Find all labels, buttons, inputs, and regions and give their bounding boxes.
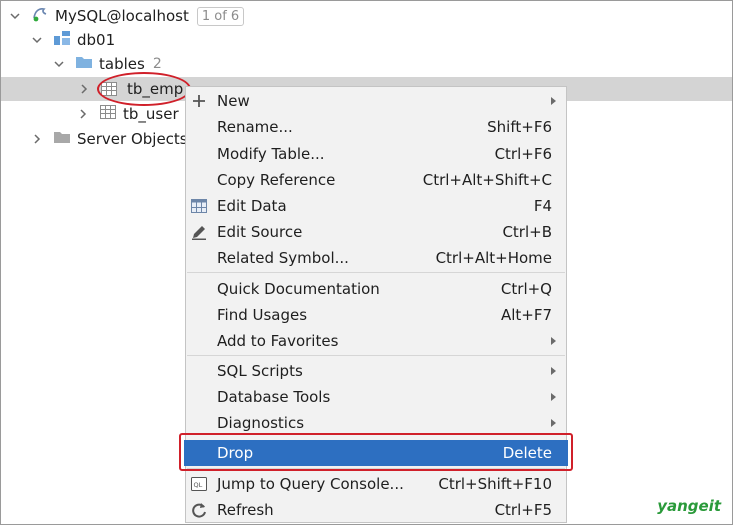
submenu-arrow-icon xyxy=(551,393,556,401)
folder-icon xyxy=(75,53,93,75)
menu-item-drop[interactable]: Drop Delete xyxy=(184,440,568,466)
svg-text:QL: QL xyxy=(194,481,203,489)
pager-badge: 1 of 6 xyxy=(196,6,245,26)
table-grid-icon xyxy=(190,197,208,215)
menu-separator xyxy=(187,272,565,273)
tree-node-tb-user[interactable]: tb_user xyxy=(77,102,179,126)
menu-item-find-usages[interactable]: Find Usages Alt+F7 xyxy=(186,302,566,328)
chevron-right-icon[interactable] xyxy=(78,83,90,95)
menu-item-copy-reference[interactable]: Copy Reference Ctrl+Alt+Shift+C xyxy=(186,167,566,193)
tables-count: 2 xyxy=(152,56,162,72)
db-label: db01 xyxy=(77,31,116,49)
menu-item-diagnostics[interactable]: Diagnostics xyxy=(186,410,566,436)
menu-item-related-symbol[interactable]: Related Symbol... Ctrl+Alt+Home xyxy=(186,245,566,271)
menu-item-refresh[interactable]: Refresh Ctrl+F5 xyxy=(186,497,566,523)
query-console-icon: QL xyxy=(190,475,208,493)
chevron-right-icon[interactable] xyxy=(31,133,43,145)
watermark-logo: yangeit xyxy=(657,497,721,515)
submenu-arrow-icon xyxy=(551,419,556,427)
table-label: tb_emp xyxy=(127,80,184,98)
table-label: tb_user xyxy=(123,105,179,123)
chevron-down-icon[interactable] xyxy=(9,10,21,22)
table-icon xyxy=(99,103,117,125)
chevron-down-icon[interactable] xyxy=(31,34,43,46)
tree-node-server-objects[interactable]: Server Objects xyxy=(31,127,188,151)
menu-separator xyxy=(187,468,565,469)
menu-item-add-to-favorites[interactable]: Add to Favorites xyxy=(186,328,566,354)
datasource-label: MySQL@localhost xyxy=(55,7,189,25)
submenu-arrow-icon xyxy=(551,97,556,105)
menu-item-database-tools[interactable]: Database Tools xyxy=(186,384,566,410)
folder-icon xyxy=(53,128,71,150)
menu-separator xyxy=(187,355,565,356)
tree-node-datasource[interactable]: MySQL@localhost 1 of 6 xyxy=(9,4,245,28)
server-objects-label: Server Objects xyxy=(77,130,188,148)
tree-node-db01[interactable]: db01 xyxy=(31,28,115,52)
schema-icon xyxy=(53,29,71,51)
chevron-down-icon[interactable] xyxy=(53,58,65,70)
submenu-arrow-icon xyxy=(551,367,556,375)
chevron-right-icon[interactable] xyxy=(77,108,89,120)
menu-item-jump-to-query-console[interactable]: QL Jump to Query Console... Ctrl+Shift+F… xyxy=(186,471,566,497)
menu-item-sql-scripts[interactable]: SQL Scripts xyxy=(186,358,566,384)
menu-item-rename[interactable]: Rename... Shift+F6 xyxy=(186,114,566,140)
menu-item-new[interactable]: New xyxy=(186,88,566,114)
submenu-arrow-icon xyxy=(551,337,556,345)
refresh-icon xyxy=(190,501,208,519)
menu-item-edit-data[interactable]: Edit Data F4 xyxy=(186,193,566,219)
menu-item-edit-source[interactable]: Edit Source Ctrl+B xyxy=(186,219,566,245)
pencil-icon xyxy=(190,223,208,241)
plus-icon xyxy=(190,92,208,110)
menu-item-quick-documentation[interactable]: Quick Documentation Ctrl+Q xyxy=(186,276,566,302)
table-icon xyxy=(100,80,118,102)
menu-item-modify-table[interactable]: Modify Table... Ctrl+F6 xyxy=(186,141,566,167)
context-menu: New Rename... Shift+F6 Modify Table... C… xyxy=(184,86,568,523)
mysql-dolphin-icon xyxy=(31,5,49,27)
tables-label: tables xyxy=(99,55,145,73)
tree-node-tables[interactable]: tables 2 xyxy=(53,52,162,76)
